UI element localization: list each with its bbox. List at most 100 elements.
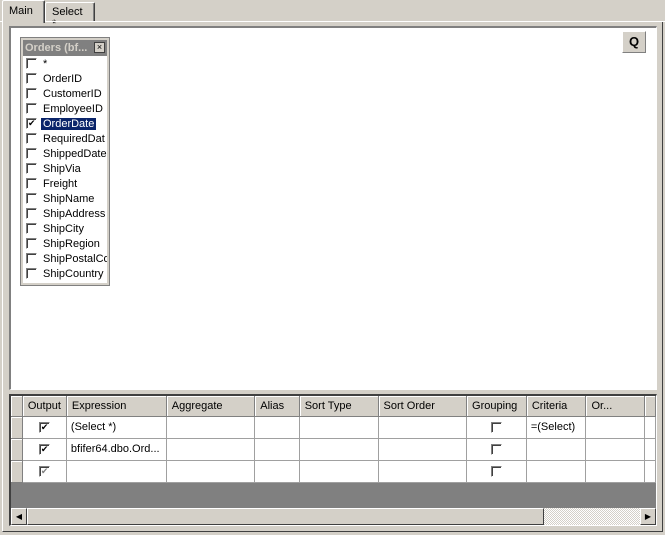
column-header[interactable]: Alias [254, 396, 300, 417]
field-item[interactable]: ShipAddress [23, 206, 107, 221]
cell-alias[interactable] [254, 416, 300, 439]
column-header[interactable]: Output [22, 396, 67, 417]
field-checkbox[interactable] [26, 163, 37, 174]
field-checkbox[interactable] [26, 238, 37, 249]
field-item[interactable]: ShipCity [23, 221, 107, 236]
column-header[interactable]: Sort Order [378, 396, 468, 417]
grouping-checkbox[interactable] [490, 443, 502, 455]
column-header[interactable]: Sort Type [299, 396, 379, 417]
field-label: * [43, 57, 48, 70]
grid-row: (Select *) =(Select) [11, 416, 656, 439]
field-checkbox[interactable] [26, 88, 37, 99]
field-label: CustomerID [43, 87, 102, 100]
field-item[interactable]: EmployeeID [23, 101, 107, 116]
cell-aggregate[interactable] [166, 460, 256, 483]
cell-expression[interactable] [66, 460, 167, 483]
grid-row: bfifer64.dbo.Ord... [11, 438, 656, 461]
cell-expression[interactable]: bfifer64.dbo.Ord... [66, 438, 167, 461]
field-checkbox[interactable] [26, 103, 37, 114]
column-header[interactable]: Aggregate [166, 396, 256, 417]
cell-alias[interactable] [254, 438, 300, 461]
cell-criteria[interactable]: =(Select) [526, 416, 587, 439]
field-item[interactable]: Freight [23, 176, 107, 191]
row-header[interactable] [11, 438, 23, 461]
column-header-filler [644, 396, 656, 417]
row-header[interactable] [11, 460, 23, 483]
cell-aggregate[interactable] [166, 416, 256, 439]
table-title-text: Orders (bf... [25, 42, 88, 54]
close-icon[interactable]: × [94, 42, 105, 53]
cell-alias[interactable] [254, 460, 300, 483]
horizontal-scrollbar[interactable]: ◀ ▶ [11, 508, 656, 525]
field-checkbox[interactable] [26, 133, 37, 144]
scroll-thumb[interactable] [27, 508, 544, 525]
tab-divider [0, 21, 665, 23]
query-button[interactable]: Q [622, 31, 646, 53]
cell-grouping[interactable] [466, 460, 527, 483]
row-header[interactable] [11, 416, 23, 439]
cell-output[interactable] [22, 438, 67, 461]
field-checkbox[interactable] [26, 223, 37, 234]
tab-main[interactable]: Main [2, 0, 45, 23]
column-header[interactable]: Expression [66, 396, 167, 417]
field-item[interactable]: OrderDate [23, 116, 107, 131]
field-label: EmployeeID [43, 102, 103, 115]
cell-expression[interactable]: (Select *) [66, 416, 167, 439]
cell-sort-order[interactable] [378, 416, 468, 439]
cell-output[interactable] [22, 416, 67, 439]
scroll-right-icon[interactable]: ▶ [640, 508, 656, 525]
cell-grouping[interactable] [466, 416, 527, 439]
cell-or[interactable] [585, 438, 645, 461]
field-item[interactable]: ShipVia [23, 161, 107, 176]
output-checkbox[interactable] [38, 465, 50, 477]
cell-or[interactable] [585, 416, 645, 439]
field-checkbox[interactable] [26, 208, 37, 219]
cell-sort-type[interactable] [299, 438, 379, 461]
grouping-checkbox[interactable] [490, 465, 502, 477]
field-item[interactable]: CustomerID [23, 86, 107, 101]
scroll-track[interactable] [27, 508, 640, 525]
field-checkbox[interactable] [26, 268, 37, 279]
cell-sort-type[interactable] [299, 460, 379, 483]
field-item[interactable]: ShipName [23, 191, 107, 206]
field-label: ShipCountry [43, 267, 104, 280]
field-label: ShipCity [43, 222, 84, 235]
cell-filler [644, 416, 656, 439]
field-checkbox[interactable] [26, 148, 37, 159]
cell-criteria[interactable] [526, 460, 587, 483]
cell-sort-order[interactable] [378, 460, 468, 483]
column-header[interactable]: Criteria [526, 396, 587, 417]
output-checkbox[interactable] [38, 443, 50, 455]
column-header[interactable]: Grouping [466, 396, 527, 417]
field-item[interactable]: ShipRegion [23, 236, 107, 251]
field-item[interactable]: RequiredDat [23, 131, 107, 146]
cell-output[interactable] [22, 460, 67, 483]
cell-or[interactable] [585, 460, 645, 483]
output-checkbox[interactable] [38, 421, 50, 433]
field-checkbox[interactable] [26, 253, 37, 264]
diagram-pane[interactable]: Q Orders (bf... × * OrderID CustomerID Empl… [9, 26, 657, 390]
field-label: ShipName [43, 192, 95, 205]
column-header[interactable]: Or... [585, 396, 645, 417]
table-box-title[interactable]: Orders (bf... × [23, 40, 107, 56]
field-checkbox[interactable] [26, 58, 37, 69]
scroll-left-icon[interactable]: ◀ [11, 508, 27, 525]
row-header-corner [11, 396, 23, 417]
field-item[interactable]: OrderID [23, 71, 107, 86]
field-checkbox[interactable] [26, 178, 37, 189]
field-checkbox[interactable] [26, 118, 37, 129]
cell-sort-type[interactable] [299, 416, 379, 439]
tab-select[interactable]: Select * [45, 2, 95, 30]
cell-grouping[interactable] [466, 438, 527, 461]
table-box-orders[interactable]: Orders (bf... × * OrderID CustomerID Employ… [20, 37, 110, 286]
field-checkbox[interactable] [26, 73, 37, 84]
cell-criteria[interactable] [526, 438, 587, 461]
field-item[interactable]: ShippedDate [23, 146, 107, 161]
grouping-checkbox[interactable] [490, 421, 502, 433]
cell-aggregate[interactable] [166, 438, 256, 461]
cell-sort-order[interactable] [378, 438, 468, 461]
field-checkbox[interactable] [26, 193, 37, 204]
field-item[interactable]: * [23, 56, 107, 71]
field-item[interactable]: ShipCountry [23, 266, 107, 281]
field-item[interactable]: ShipPostalCo [23, 251, 107, 266]
